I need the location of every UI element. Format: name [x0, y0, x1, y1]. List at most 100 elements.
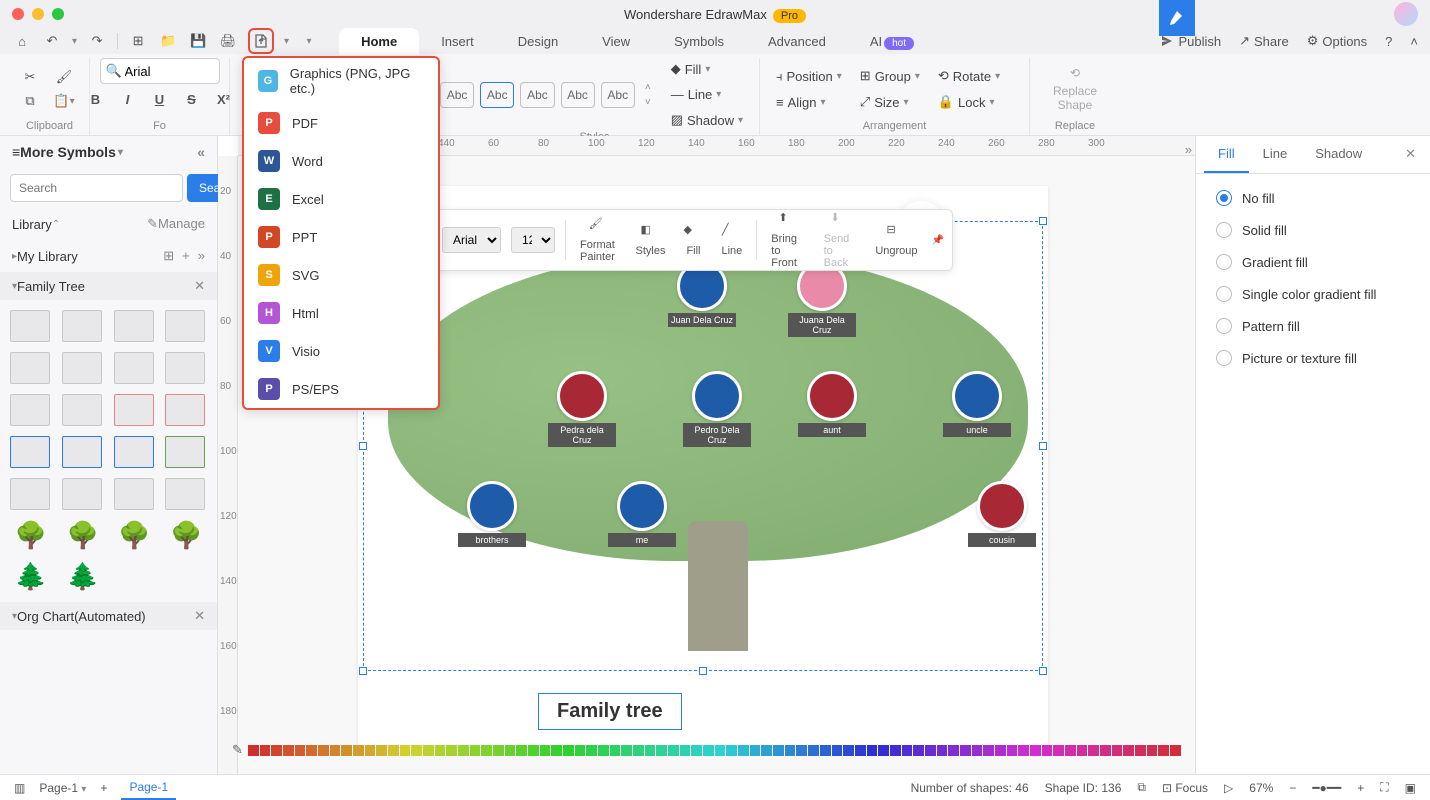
color-swatch[interactable] — [645, 745, 656, 756]
color-swatch[interactable] — [820, 745, 831, 756]
pin-icon[interactable]: 📌 — [932, 235, 944, 246]
shape-item[interactable] — [10, 352, 50, 384]
color-swatch[interactable] — [341, 745, 352, 756]
shape-item[interactable] — [62, 478, 102, 510]
fill-option[interactable]: Solid fill — [1200, 214, 1426, 246]
color-swatch[interactable] — [878, 745, 889, 756]
fill-option[interactable]: Pattern fill — [1200, 310, 1426, 342]
close-panel-icon[interactable]: ✕ — [1399, 136, 1422, 173]
italic-icon[interactable]: I — [119, 92, 137, 107]
color-swatch[interactable] — [446, 745, 457, 756]
expand-right-icon[interactable]: » — [1185, 142, 1192, 157]
color-swatch[interactable] — [843, 745, 854, 756]
close-window[interactable] — [12, 8, 24, 20]
color-swatch[interactable] — [318, 745, 329, 756]
layout-icon[interactable]: ▥ — [14, 781, 25, 795]
section-family-tree[interactable]: ▾ Family Tree✕ — [0, 272, 217, 300]
bold-icon[interactable]: B — [87, 92, 105, 107]
rotate-dropdown[interactable]: ⟲ Rotate▾ — [932, 65, 1006, 87]
color-swatch[interactable] — [948, 745, 959, 756]
my-library-row[interactable]: ▸ My Library ⊞+» — [0, 240, 217, 272]
color-swatch[interactable] — [365, 745, 376, 756]
color-swatch[interactable] — [388, 745, 399, 756]
redo-icon[interactable]: ↷ — [87, 31, 107, 51]
rp-tab-shadow[interactable]: Shadow — [1301, 136, 1376, 173]
user-avatar[interactable] — [1394, 2, 1418, 26]
color-swatch[interactable] — [937, 745, 948, 756]
color-swatch[interactable] — [505, 745, 516, 756]
fit-icon[interactable]: ⛶ — [1380, 780, 1388, 795]
float-fill[interactable]: ◆Fill — [679, 223, 707, 257]
symbol-search-input[interactable] — [10, 174, 183, 202]
format-panel-toggle[interactable] — [1159, 0, 1195, 36]
color-swatch[interactable] — [458, 745, 469, 756]
paste-icon[interactable]: 📋▾ — [54, 91, 74, 111]
style-up[interactable]: ˄ — [645, 82, 651, 93]
export-html[interactable]: HHtml — [244, 294, 438, 332]
style-preset-4[interactable]: Abc — [561, 82, 595, 108]
more-symbols-button[interactable]: ≡ More Symbols▾ « — [0, 136, 217, 168]
color-swatch[interactable] — [353, 745, 364, 756]
export-pdf[interactable]: PPDF — [244, 104, 438, 142]
color-swatch[interactable] — [260, 745, 271, 756]
color-swatch[interactable] — [493, 745, 504, 756]
format-painter-icon[interactable]: 🖌 — [54, 67, 74, 87]
maximize-window[interactable] — [52, 8, 64, 20]
color-swatch[interactable] — [1100, 745, 1111, 756]
color-swatch[interactable] — [995, 745, 1006, 756]
strike-icon[interactable]: S — [183, 92, 201, 107]
shape-item[interactable] — [62, 352, 102, 384]
tree-shape[interactable]: 🌳 — [114, 520, 156, 551]
new-icon[interactable]: ⊞ — [128, 31, 148, 51]
save-icon[interactable]: 💾 — [188, 31, 208, 51]
style-preset-5[interactable]: Abc — [601, 82, 635, 108]
shape-item[interactable] — [114, 310, 154, 342]
color-swatch[interactable] — [691, 745, 702, 756]
color-swatch[interactable] — [610, 745, 621, 756]
float-size-select[interactable]: 12 — [511, 227, 555, 253]
add-page-icon[interactable]: + — [100, 781, 107, 795]
float-styles[interactable]: ◧Styles — [632, 223, 670, 257]
export-svg[interactable]: SSVG — [244, 256, 438, 294]
color-swatch[interactable] — [411, 745, 422, 756]
color-swatch[interactable] — [773, 745, 784, 756]
color-swatch[interactable] — [400, 745, 411, 756]
color-swatch[interactable] — [1112, 745, 1123, 756]
fill-dropdown[interactable]: ◆ Fill▾ — [665, 58, 749, 80]
more-icon[interactable]: ▾ — [299, 31, 319, 51]
color-swatch[interactable] — [832, 745, 843, 756]
tree-shape[interactable]: 🌲 — [62, 561, 104, 592]
shape-item[interactable] — [114, 394, 154, 426]
tree-shape[interactable]: 🌳 — [10, 520, 52, 551]
size-dropdown[interactable]: ⤢ Size▾ — [854, 91, 926, 113]
section-org-chart[interactable]: ▾ Org Chart(Automated)✕ — [0, 602, 217, 630]
color-swatch[interactable] — [761, 745, 772, 756]
lock-dropdown[interactable]: 🔒 Lock▾ — [932, 91, 1006, 113]
color-swatch[interactable] — [435, 745, 446, 756]
color-swatch[interactable] — [1123, 745, 1134, 756]
color-swatch[interactable] — [283, 745, 294, 756]
shape-item[interactable] — [62, 436, 102, 468]
color-swatch[interactable] — [330, 745, 341, 756]
color-swatch[interactable] — [1158, 745, 1169, 756]
color-swatch[interactable] — [423, 745, 434, 756]
float-bring-front[interactable]: ⬆Bring to Front — [767, 211, 809, 269]
rp-tab-fill[interactable]: Fill — [1204, 136, 1249, 173]
tree-shape[interactable]: 🌲 — [10, 561, 52, 592]
diagram-title[interactable]: Family tree — [538, 693, 682, 730]
color-swatch[interactable] — [1077, 745, 1088, 756]
color-swatch[interactable] — [1030, 745, 1041, 756]
color-swatch[interactable] — [890, 745, 901, 756]
shape-item[interactable] — [165, 394, 205, 426]
fullscreen-icon[interactable]: ▣ — [1405, 781, 1416, 795]
color-swatch[interactable] — [1065, 745, 1076, 756]
shape-item[interactable] — [114, 436, 154, 468]
color-swatch[interactable] — [750, 745, 761, 756]
color-swatch[interactable] — [586, 745, 597, 756]
export-ppt[interactable]: PPPT — [244, 218, 438, 256]
shape-item[interactable] — [114, 478, 154, 510]
home-icon[interactable]: ⌂ — [12, 31, 32, 51]
color-swatch[interactable] — [668, 745, 679, 756]
line-dropdown[interactable]: — Line▾ — [665, 84, 749, 105]
export-visio[interactable]: VVisio — [244, 332, 438, 370]
